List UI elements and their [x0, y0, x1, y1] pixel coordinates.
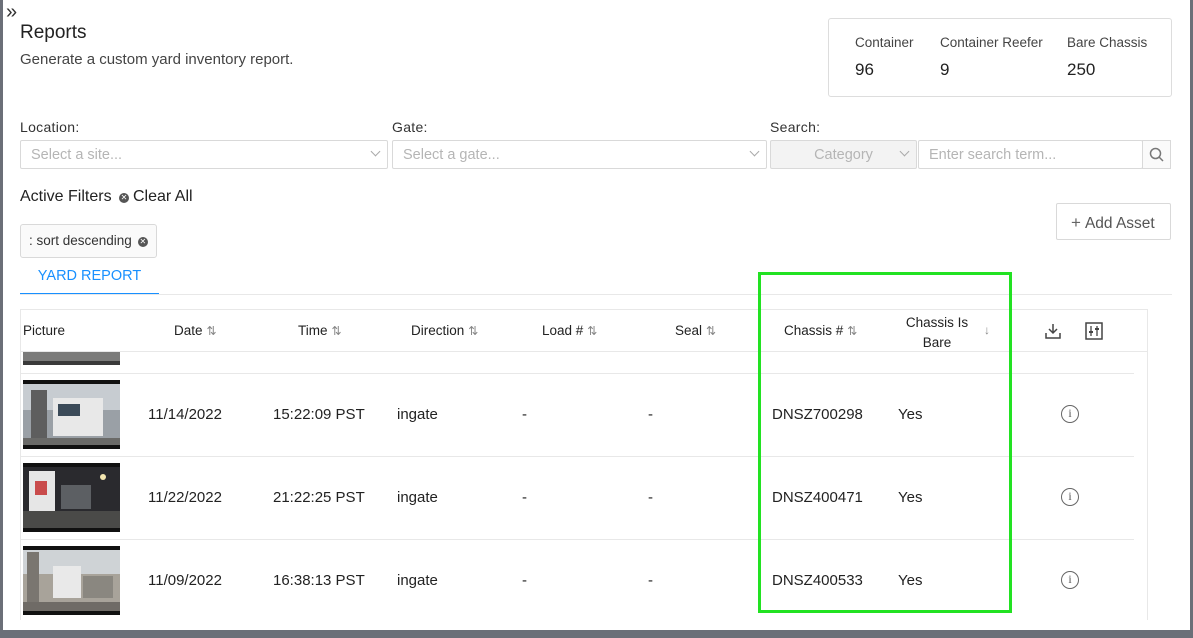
tab-divider — [20, 294, 1172, 295]
search-button[interactable] — [1142, 140, 1171, 169]
col-date[interactable]: Date ⇅ — [174, 323, 217, 338]
truck-photo[interactable] — [23, 463, 120, 532]
col-direction-label: Direction — [411, 323, 465, 338]
stat-container-reefer: Container Reefer 9 — [940, 35, 1043, 80]
row-direction: ingate — [397, 572, 438, 589]
close-circle-icon[interactable]: ✕ — [137, 237, 148, 247]
stat-container: Container 96 — [855, 35, 914, 80]
col-date-label: Date — [174, 323, 203, 338]
clear-all-label: Clear All — [133, 188, 193, 205]
gate-label: Gate: — [392, 119, 428, 135]
truck-photo[interactable] — [23, 352, 120, 365]
page-subtitle: Generate a custom yard inventory report. — [20, 51, 294, 68]
row-chassis: DNSZ400471 — [772, 489, 863, 506]
stat-bare-chassis: Bare Chassis 250 — [1067, 35, 1147, 80]
col-picture: Picture — [23, 323, 66, 338]
filter-chip[interactable]: : sort descending ✕ — [20, 224, 157, 258]
row-date: 11/09/2022 — [148, 572, 222, 589]
col-time[interactable]: Time ⇅ — [298, 323, 342, 338]
row-direction: ingate — [397, 489, 438, 506]
row-time: 16:38:13 PST — [273, 572, 365, 589]
reports-panel: » Reports Generate a custom yard invento… — [3, 0, 1190, 630]
gate-placeholder: Select a gate... — [403, 147, 500, 163]
table-row[interactable]: 11/09/2022 16:38:13 PST ingate - - DNSZ4… — [21, 539, 1134, 620]
sort-descending-icon[interactable]: ↓ — [984, 322, 990, 337]
add-asset-label: Add Asset — [1084, 215, 1155, 232]
col-load[interactable]: Load # ⇅ — [542, 323, 597, 338]
stat-label: Container — [855, 35, 914, 50]
info-icon[interactable]: i — [1061, 405, 1079, 423]
row-chassis-bare: Yes — [898, 489, 923, 506]
category-select[interactable]: Category — [770, 140, 917, 169]
sort-icon: ⇅ — [847, 324, 858, 338]
sort-icon: ⇅ — [587, 324, 598, 338]
search-icon — [1149, 147, 1164, 162]
stat-value: 250 — [1067, 60, 1096, 79]
yard-report-table: Picture Date ⇅ Time ⇅ Direction ⇅ Load # ⇅ S… — [20, 309, 1148, 620]
sort-icon: ⇅ — [706, 324, 717, 338]
col-chassis[interactable]: Chassis # ⇅ — [784, 323, 857, 338]
inventory-stats-card: Container 96 Container Reefer 9 Bare Cha… — [828, 18, 1172, 97]
chevrons-right-icon[interactable]: » — [6, 2, 17, 22]
truck-photo[interactable] — [23, 380, 120, 449]
info-icon[interactable]: i — [1061, 571, 1079, 589]
table-row[interactable]: 11/22/2022 21:22:25 PST ingate - - DNSZ4… — [21, 456, 1134, 540]
row-seal: - — [648, 406, 653, 423]
location-placeholder: Select a site... — [31, 147, 123, 163]
col-chassis-label: Chassis # — [784, 323, 844, 338]
row-time: 21:22:25 PST — [273, 489, 365, 506]
chevron-down-icon — [370, 146, 381, 157]
sort-icon: ⇅ — [331, 324, 342, 338]
row-chassis-bare: Yes — [898, 406, 923, 423]
table-row[interactable]: 11/14/2022 15:22:09 PST ingate - - DNSZ7… — [21, 373, 1134, 457]
info-icon[interactable]: i — [1061, 488, 1079, 506]
stat-value: 9 — [940, 60, 950, 79]
row-date: 11/22/2022 — [148, 489, 222, 506]
row-seal: - — [648, 489, 653, 506]
chevron-down-icon — [749, 146, 760, 157]
active-filters-title: Active Filters — [20, 188, 112, 205]
col-load-label: Load # — [542, 323, 584, 338]
tab-yard-report[interactable]: YARD REPORT — [20, 268, 159, 295]
col-chassis-bare[interactable]: Chassis Is Bare — [899, 313, 975, 353]
row-date: 11/14/2022 — [148, 406, 222, 423]
chevron-down-icon — [899, 146, 910, 157]
truck-photo[interactable] — [23, 546, 120, 615]
stat-label: Bare Chassis — [1067, 35, 1148, 50]
row-load: - — [522, 406, 527, 423]
stat-value: 96 — [855, 60, 874, 79]
col-time-label: Time — [298, 323, 328, 338]
row-load: - — [522, 572, 527, 589]
col-seal[interactable]: Seal ⇅ — [675, 323, 716, 338]
row-chassis: DNSZ400533 — [772, 572, 863, 589]
search-input[interactable]: Enter search term... — [918, 140, 1143, 169]
location-label: Location: — [20, 119, 80, 135]
search-label: Search: — [770, 119, 821, 135]
column-settings-icon[interactable] — [1085, 322, 1103, 340]
row-time: 15:22:09 PST — [273, 406, 365, 423]
clear-all-button[interactable]: ✕ Clear All — [119, 188, 193, 206]
col-seal-label: Seal — [675, 323, 703, 338]
row-chassis-bare: Yes — [898, 572, 923, 589]
search-placeholder: Enter search term... — [929, 147, 1057, 163]
row-seal: - — [648, 572, 653, 589]
sort-icon: ⇅ — [468, 324, 479, 338]
location-select[interactable]: Select a site... — [20, 140, 388, 169]
table-row-partial — [21, 352, 1134, 374]
sort-icon: ⇅ — [206, 324, 217, 338]
plus-icon: + — [1071, 213, 1081, 232]
close-circle-icon: ✕ — [119, 193, 129, 203]
row-direction: ingate — [397, 406, 438, 423]
row-load: - — [522, 489, 527, 506]
row-chassis: DNSZ700298 — [772, 406, 863, 423]
stat-label: Container Reefer — [940, 35, 1043, 50]
gate-select[interactable]: Select a gate... — [392, 140, 767, 169]
filter-chip-label: : sort descending — [29, 233, 132, 248]
col-direction[interactable]: Direction ⇅ — [411, 323, 478, 338]
category-placeholder: Category — [814, 147, 873, 163]
page-title: Reports — [20, 22, 87, 43]
table-header: Picture Date ⇅ Time ⇅ Direction ⇅ Load # ⇅ S… — [21, 310, 1147, 352]
download-icon[interactable] — [1044, 322, 1062, 340]
add-asset-button[interactable]: + Add Asset — [1056, 203, 1171, 240]
